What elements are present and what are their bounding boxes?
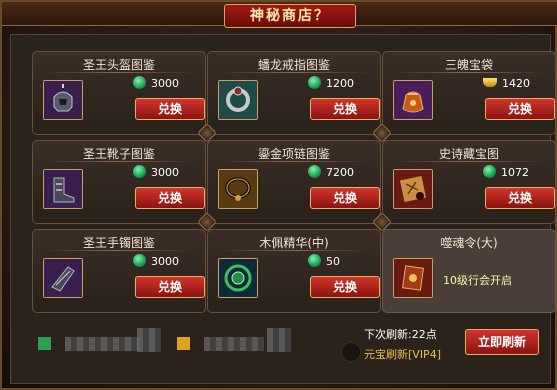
- price: 3000: [133, 165, 179, 181]
- green-coin-icon: [133, 254, 146, 267]
- shop-item-4: 圣王靴子图鉴 3000 兑换: [32, 140, 206, 224]
- item-name: 三魄宝袋: [444, 58, 493, 72]
- green-coin-icon: [308, 76, 321, 89]
- refresh-now-button[interactable]: 立即刷新: [465, 329, 539, 355]
- shop-item-2: 蟠龙戒指图鉴 1200 兑换: [207, 51, 381, 135]
- green-coin-icon: [133, 76, 146, 89]
- redeem-button[interactable]: 兑换: [485, 187, 555, 209]
- price: 1420: [483, 76, 530, 92]
- bag-icon[interactable]: [393, 80, 433, 120]
- item-name: 圣王手镯图鉴: [82, 236, 155, 250]
- boots-icon[interactable]: [43, 169, 83, 209]
- item-name: 圣王头盔图鉴: [82, 58, 155, 72]
- shop-item-6: 史诗藏宝图 1072 兑换: [382, 140, 556, 224]
- price: 3000: [133, 254, 179, 270]
- treasure-map-icon[interactable]: [393, 169, 433, 209]
- item-name: 蟠龙戒指图鉴: [257, 58, 330, 72]
- green-coin-icon: [483, 165, 496, 178]
- gold-ingot-icon: [483, 78, 497, 87]
- price: 7200: [308, 165, 354, 181]
- gold-icon: [177, 337, 190, 350]
- bracelet-icon[interactable]: [43, 258, 83, 298]
- shop-window: 神秘商店？ 圣王头盔图鉴 3000 兑换 蟠龙戒指图鉴 1200 兑换 三魄宝袋…: [0, 0, 557, 390]
- resource-green: [38, 335, 139, 355]
- resource-slot-2: [267, 328, 291, 352]
- shop-item-8: 木佩精华(中) 50 兑换: [207, 229, 381, 313]
- redeem-button[interactable]: 兑换: [310, 98, 380, 120]
- unlock-requirement: 10级行会开启: [443, 274, 512, 287]
- item-name: 鎏金项链图鉴: [257, 147, 330, 161]
- green-coin-icon: [308, 254, 321, 267]
- redeem-button[interactable]: 兑换: [310, 276, 380, 298]
- resource-gold: [177, 335, 264, 355]
- redeem-button[interactable]: 兑换: [135, 276, 205, 298]
- shop-item-3: 三魄宝袋 1420 兑换: [382, 51, 556, 135]
- item-name: 史诗藏宝图: [438, 147, 499, 161]
- ring-icon[interactable]: [218, 80, 258, 120]
- item-name: 圣王靴子图鉴: [82, 147, 155, 161]
- item-name: 噬魂令(大): [440, 236, 498, 250]
- redeem-button[interactable]: 兑换: [135, 187, 205, 209]
- essence-icon[interactable]: [218, 258, 258, 298]
- resource-slot-1: [137, 328, 161, 352]
- redeem-button[interactable]: 兑换: [135, 98, 205, 120]
- green-coin-icon: [308, 165, 321, 178]
- price: 3000: [133, 76, 179, 92]
- locked-shop-item: 噬魂令(大) 10级行会开启: [382, 229, 556, 313]
- window-title: 神秘商店？: [224, 4, 356, 28]
- token-icon: [393, 258, 433, 298]
- green-coin-icon: [133, 165, 146, 178]
- price: 1200: [308, 76, 354, 92]
- shop-item-1: 圣王头盔图鉴 3000 兑换: [32, 51, 206, 135]
- next-refresh-time: 下次刷新:22点: [364, 328, 437, 341]
- shop-item-7: 圣王手镯图鉴 3000 兑换: [32, 229, 206, 313]
- helmet-icon[interactable]: [43, 80, 83, 120]
- redeem-button[interactable]: 兑换: [485, 98, 555, 120]
- price: 50: [308, 254, 340, 270]
- necklace-icon[interactable]: [218, 169, 258, 209]
- item-name: 木佩精华(中): [259, 236, 329, 250]
- price: 1072: [483, 165, 529, 181]
- green-gem-icon: [38, 337, 51, 350]
- redeem-button[interactable]: 兑换: [310, 187, 380, 209]
- shop-item-5: 鎏金项链图鉴 7200 兑换: [207, 140, 381, 224]
- vip-refresh-label: 元宝刷新[VIP4]: [364, 348, 441, 361]
- vip-badge-icon: [341, 342, 361, 362]
